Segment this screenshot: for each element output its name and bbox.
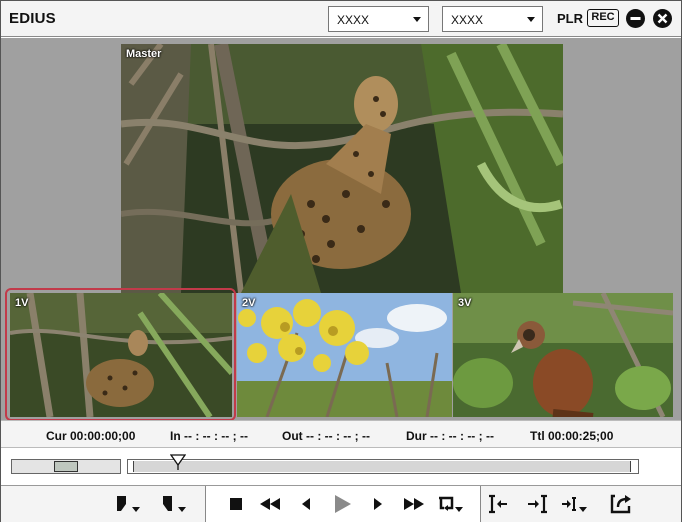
step-back-icon	[302, 498, 310, 510]
go-to-out-icon	[528, 494, 547, 514]
device-combo-1-value: XXXX	[337, 13, 370, 27]
close-button[interactable]	[653, 9, 672, 28]
device-combo-1[interactable]: XXXX	[328, 6, 429, 32]
master-monitor[interactable]: Master	[121, 44, 563, 293]
step-forward-icon	[374, 498, 382, 510]
transport-bar	[1, 486, 681, 522]
plr-button[interactable]: PLR	[557, 11, 583, 26]
current-timecode: Cur 00:00:00;00	[46, 429, 136, 443]
close-icon	[657, 13, 668, 24]
insert-icon	[562, 497, 587, 512]
minimize-icon	[630, 17, 641, 20]
go-to-in-button[interactable]	[485, 490, 513, 518]
camera-3v-monitor[interactable]: 3V	[453, 293, 673, 417]
playhead-icon[interactable]	[169, 454, 186, 470]
loop-button[interactable]	[436, 490, 464, 518]
stop-icon	[230, 498, 242, 510]
play-button[interactable]	[328, 490, 356, 518]
camera-2v-monitor[interactable]: 2V	[237, 293, 452, 417]
fast-forward-icon	[404, 498, 424, 510]
set-out-icon	[163, 496, 186, 512]
out-timecode: Out -- : -- : -- ; --	[282, 429, 370, 443]
total-timecode: Ttl 00:00:25;00	[530, 429, 614, 443]
set-in-button[interactable]	[113, 490, 141, 518]
multicam-viewer: Master 1V 2V 3V	[1, 38, 681, 421]
player-window: EDIUS XXXX XXXX PLR REC Master 1V 2V 3V …	[0, 0, 682, 522]
selected-camera-highlight	[5, 288, 236, 421]
duration-timecode: Dur -- : -- : -- ; --	[406, 429, 494, 443]
loop-icon	[439, 496, 463, 512]
minimize-button[interactable]	[626, 9, 645, 28]
rewind-icon	[260, 498, 280, 510]
timecode-bar: Cur 00:00:00;00 In -- : -- : -- ; -- Out…	[1, 420, 681, 448]
camera-2v-label: 2V	[242, 297, 256, 309]
app-title: EDIUS	[9, 10, 56, 27]
rec-button[interactable]: REC	[587, 9, 619, 27]
go-to-in-icon	[489, 494, 507, 514]
set-out-button[interactable]	[159, 490, 187, 518]
playback-controls	[205, 486, 481, 522]
device-combo-2[interactable]: XXXX	[442, 6, 543, 32]
insert-button[interactable]	[559, 490, 587, 518]
device-combo-2-value: XXXX	[451, 13, 484, 27]
step-forward-button[interactable]	[364, 490, 392, 518]
step-back-button[interactable]	[292, 490, 320, 518]
overwrite-icon	[610, 494, 631, 514]
jog-slider-handle[interactable]	[54, 461, 78, 472]
jog-slider[interactable]	[11, 459, 121, 474]
set-in-icon	[117, 496, 140, 512]
fast-forward-button[interactable]	[400, 490, 428, 518]
stop-button[interactable]	[222, 490, 250, 518]
position-slider[interactable]	[127, 459, 639, 474]
camera-2v-image	[237, 293, 452, 417]
position-slider-track	[133, 461, 631, 472]
go-to-out-button[interactable]	[523, 490, 551, 518]
play-icon	[335, 495, 351, 513]
camera-3v-label: 3V	[458, 297, 472, 309]
overwrite-button[interactable]	[607, 490, 635, 518]
slider-row	[1, 448, 681, 486]
in-timecode: In -- : -- : -- ; --	[170, 429, 248, 443]
jaguar-master-image	[121, 44, 563, 293]
rewind-button[interactable]	[256, 490, 284, 518]
camera-3v-image	[453, 293, 673, 417]
chevron-down-icon	[413, 17, 421, 22]
chevron-down-icon	[527, 17, 535, 22]
title-bar: EDIUS XXXX XXXX PLR REC	[1, 1, 681, 37]
master-label: Master	[126, 48, 162, 60]
